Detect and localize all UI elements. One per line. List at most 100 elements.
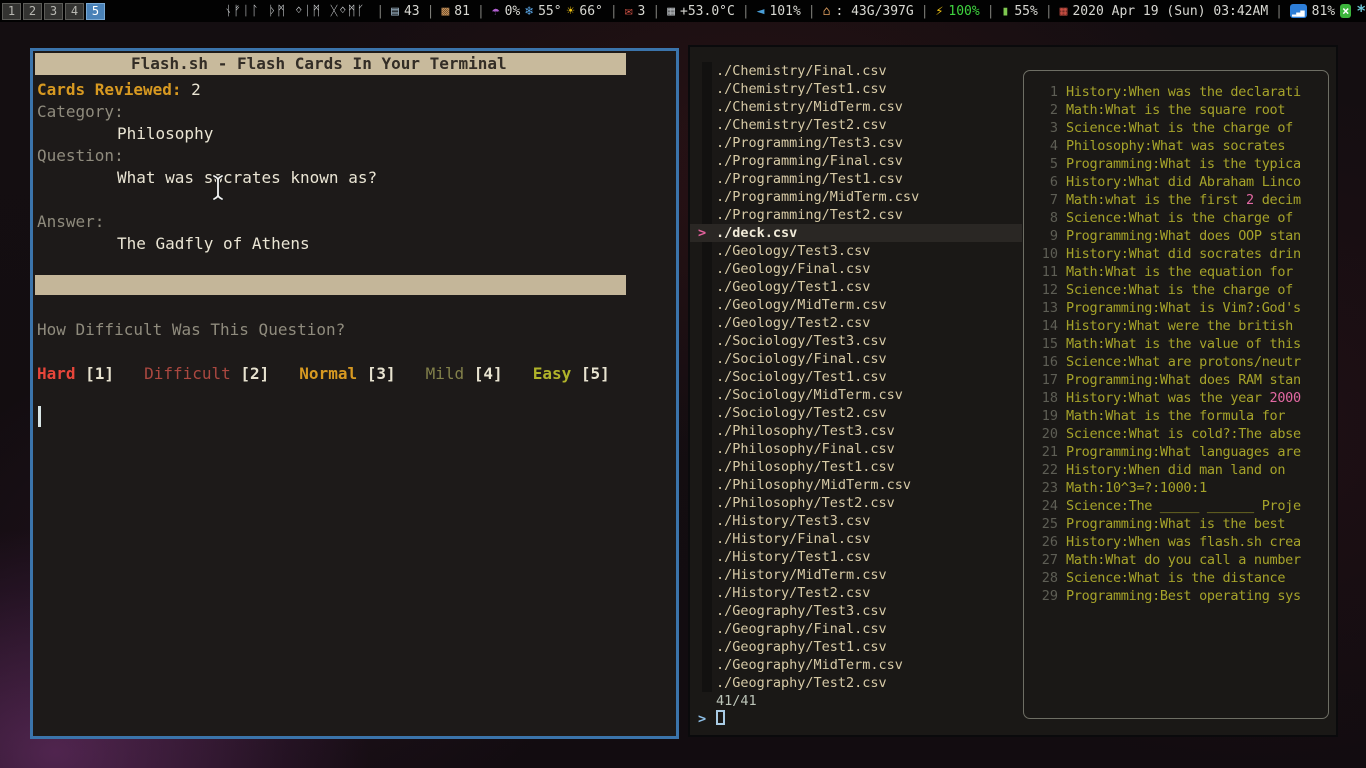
workspace-2[interactable]: 2 <box>23 3 42 20</box>
status-modules: |▤43|▩81|☂0%❄55°☀66°|✉3|▦+53.0°C|◄101%|⌂… <box>369 3 1366 19</box>
preview-line: 6History:What did Abraham Linco <box>1024 173 1328 191</box>
file-row[interactable]: ./Programming/Test2.csv <box>690 206 1022 224</box>
status-text: 43 <box>404 4 420 19</box>
file-row[interactable]: ./Geography/Final.csv <box>690 620 1022 638</box>
difficulty-key: [2] <box>231 364 270 383</box>
preview-line: 23Math:10^3=?:1000:1 <box>1024 479 1328 497</box>
file-row[interactable]: ./Programming/MidTerm.csv <box>690 188 1022 206</box>
file-name: ./Philosophy/Test2.csv <box>716 495 895 511</box>
flash-card-window[interactable]: Flash.sh - Flash Cards In Your Terminal … <box>30 48 679 739</box>
file-row[interactable]: ./Geology/Test2.csv <box>690 314 1022 332</box>
file-row[interactable]: ./Geology/Final.csv <box>690 260 1022 278</box>
difficulty-easy[interactable]: Easy [5] <box>533 364 610 383</box>
file-row[interactable]: ./Sociology/MidTerm.csv <box>690 386 1022 404</box>
bolt-icon: ⚡ <box>936 5 944 18</box>
file-row[interactable]: ./Philosophy/Test2.csv <box>690 494 1022 512</box>
difficulty-difficult[interactable]: Difficult [2] <box>144 364 269 383</box>
preview-text: Math:What is the formula for <box>1058 407 1285 425</box>
workspace-1[interactable]: 1 <box>2 3 21 20</box>
file-row[interactable]: ./Sociology/Final.csv <box>690 350 1022 368</box>
file-row[interactable]: ./Geography/MidTerm.csv <box>690 656 1022 674</box>
separator: | <box>742 4 750 19</box>
preview-text: Science:What is the charge of <box>1058 281 1293 299</box>
preview-text: Programming:What is the best <box>1058 515 1285 533</box>
file-row[interactable]: ./Philosophy/Final.csv <box>690 440 1022 458</box>
file-row[interactable]: ./Chemistry/MidTerm.csv <box>690 98 1022 116</box>
file-row[interactable]: ./History/Test1.csv <box>690 548 1022 566</box>
separator: | <box>376 4 384 19</box>
preview-line: 18History:What was the year 2000 <box>1024 389 1328 407</box>
line-number: 2 <box>1024 101 1058 119</box>
status-text: : 43G/397G <box>835 4 913 19</box>
file-name: ./Programming/Test2.csv <box>716 207 903 223</box>
file-row[interactable]: ./History/Test3.csv <box>690 512 1022 530</box>
workspace-4[interactable]: 4 <box>65 3 84 20</box>
file-row[interactable]: ./Geology/Test3.csv <box>690 242 1022 260</box>
file-row[interactable]: ./History/Test2.csv <box>690 584 1022 602</box>
category-label: Category: <box>37 101 124 123</box>
separator: | <box>1045 4 1053 19</box>
file-row[interactable]: ./History/Final.csv <box>690 530 1022 548</box>
file-row[interactable]: ./Chemistry/Test1.csv <box>690 80 1022 98</box>
status-disk[interactable]: ⌂: 43G/397G <box>823 4 914 19</box>
file-row[interactable]: ./Sociology/Test2.csv <box>690 404 1022 422</box>
difficulty-normal[interactable]: Normal [3] <box>299 364 395 383</box>
status-clock[interactable]: ▦2020 Apr 19 (Sun) 03:42AM <box>1060 4 1269 19</box>
file-row[interactable]: ./Programming/Test3.csv <box>690 134 1022 152</box>
file-row[interactable]: ./Philosophy/MidTerm.csv <box>690 476 1022 494</box>
difficulty-key: [3] <box>357 364 396 383</box>
status-weather[interactable]: ☂0%❄55°☀66° <box>492 4 603 19</box>
workspace-5[interactable]: 5 <box>86 3 105 20</box>
file-row[interactable]: ./History/MidTerm.csv <box>690 566 1022 584</box>
prompt-icon: > <box>698 710 706 728</box>
status-text: +53.0°C <box>680 4 735 19</box>
line-number: 19 <box>1024 407 1058 425</box>
file-row[interactable]: ./Geology/MidTerm.csv <box>690 296 1022 314</box>
file-row[interactable]: ./Geology/Test1.csv <box>690 278 1022 296</box>
difficulty-mild[interactable]: Mild [4] <box>426 364 503 383</box>
separator: | <box>987 4 995 19</box>
line-number: 5 <box>1024 155 1058 173</box>
file-row[interactable]: ./Sociology/Test1.csv <box>690 368 1022 386</box>
file-name: ./Chemistry/Final.csv <box>716 63 887 79</box>
preview-line: 21Programming:What languages are <box>1024 443 1328 461</box>
line-number: 29 <box>1024 587 1058 605</box>
file-row[interactable]: ./Geography/Test1.csv <box>690 638 1022 656</box>
calendar-icon: ▦ <box>1060 5 1068 18</box>
status-cpu-temp[interactable]: ▦+53.0°C <box>667 4 735 19</box>
file-row[interactable]: >./deck.csv <box>690 224 1022 242</box>
line-number: 7 <box>1024 191 1058 209</box>
file-row[interactable]: ./Sociology/Test3.csv <box>690 332 1022 350</box>
preview-line: 11Math:What is the equation for <box>1024 263 1328 281</box>
file-name: ./Sociology/Test2.csv <box>716 405 887 421</box>
file-row[interactable]: ./Chemistry/Test2.csv <box>690 116 1022 134</box>
file-name: ./Geography/Test1.csv <box>716 639 887 655</box>
preview-text: History:What did socrates drin <box>1058 245 1301 263</box>
file-row[interactable]: ./Philosophy/Test1.csv <box>690 458 1022 476</box>
line-number: 8 <box>1024 209 1058 227</box>
status-battery[interactable]: ▮55% <box>1002 4 1038 19</box>
status-mail[interactable]: ✉3 <box>625 4 646 19</box>
status-volume[interactable]: ◄101% <box>757 4 801 19</box>
file-row[interactable]: ./Philosophy/Test3.csv <box>690 422 1022 440</box>
file-row[interactable]: ./Chemistry/Final.csv <box>690 62 1022 80</box>
file-row[interactable]: ./Programming/Final.csv <box>690 152 1022 170</box>
fzf-window[interactable]: ./Chemistry/Final.csv./Chemistry/Test1.c… <box>688 45 1338 737</box>
search-prompt[interactable]: > <box>690 710 1022 728</box>
file-name: ./History/Test2.csv <box>716 585 870 601</box>
file-row[interactable]: ./Geography/Test2.csv <box>690 674 1022 692</box>
status-packages[interactable]: ▩81 <box>441 4 469 19</box>
status-news[interactable]: ▤43 <box>391 4 419 19</box>
line-number: 4 <box>1024 137 1058 155</box>
preview-text: Science:What are protons/neutr <box>1058 353 1301 371</box>
separator: | <box>921 4 929 19</box>
workspace-3[interactable]: 3 <box>44 3 63 20</box>
status-tray[interactable]: ▂▄▆81%×* <box>1290 3 1366 19</box>
status-text: 100% <box>948 4 979 19</box>
file-row[interactable]: ./Programming/Test1.csv <box>690 170 1022 188</box>
line-number: 14 <box>1024 317 1058 335</box>
status-power[interactable]: ⚡ 100% <box>936 4 980 19</box>
file-row[interactable]: ./Geography/Test3.csv <box>690 602 1022 620</box>
difficulty-label: Normal <box>299 364 357 383</box>
difficulty-hard[interactable]: Hard [1] <box>37 364 114 383</box>
